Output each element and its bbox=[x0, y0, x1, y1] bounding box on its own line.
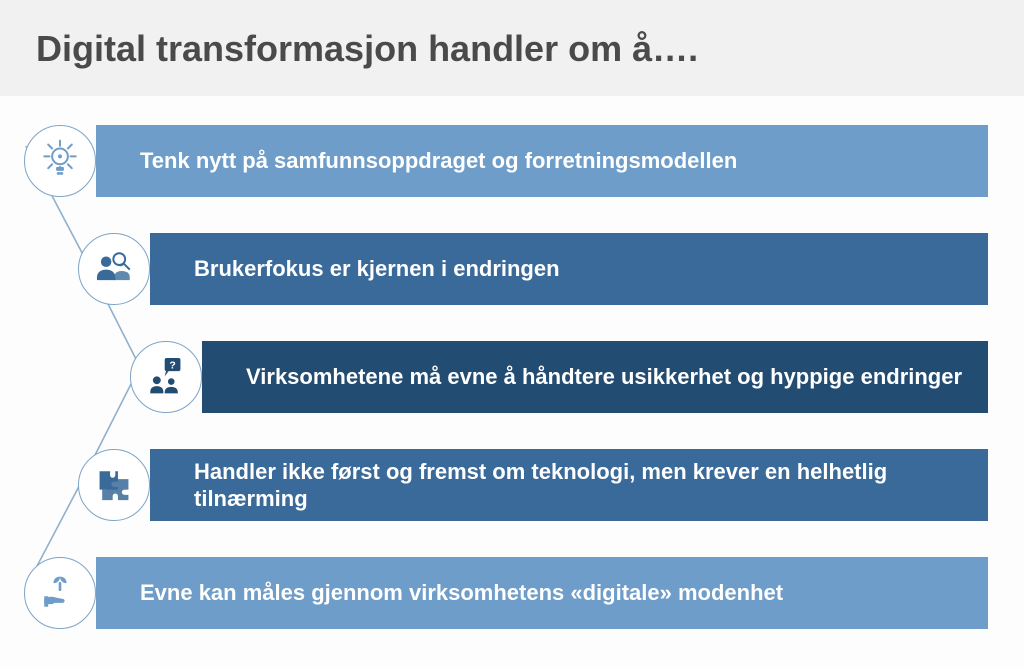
question-people-icon: ? bbox=[145, 354, 187, 401]
item-text: Tenk nytt på samfunnsoppdraget og forret… bbox=[140, 147, 737, 175]
item-text: Handler ikke først og fremst om teknolog… bbox=[194, 458, 968, 513]
diagram-row: Tenk nytt på samfunnsoppdraget og forret… bbox=[36, 112, 988, 210]
item-icon-circle: ? bbox=[130, 341, 202, 413]
slide-title: Digital transformasjon handler om å…. bbox=[36, 28, 988, 70]
lightbulb-icon bbox=[39, 138, 81, 185]
item-icon-circle bbox=[24, 557, 96, 629]
item-bar: Handler ikke først og fremst om teknolog… bbox=[150, 449, 988, 521]
item-text: Brukerfokus er kjernen i endringen bbox=[194, 255, 560, 283]
item-bar: Brukerfokus er kjernen i endringen bbox=[150, 233, 988, 305]
growth-hand-icon bbox=[39, 570, 81, 617]
diagram-content: Tenk nytt på samfunnsoppdraget og forret… bbox=[0, 96, 1024, 668]
item-bar: Evne kan måles gjennom virksomhetens «di… bbox=[96, 557, 988, 629]
item-bar: Tenk nytt på samfunnsoppdraget og forret… bbox=[96, 125, 988, 197]
diagram-row: Virksomhetene må evne å håndtere usikker… bbox=[36, 328, 988, 426]
item-icon-circle bbox=[78, 449, 150, 521]
item-bar: Virksomhetene må evne å håndtere usikker… bbox=[202, 341, 988, 413]
item-icon-circle bbox=[24, 125, 96, 197]
item-text: Virksomhetene må evne å håndtere usikker… bbox=[246, 363, 962, 391]
diagram-row: Brukerfokus er kjernen i endringen bbox=[36, 220, 988, 318]
item-text: Evne kan måles gjennom virksomhetens «di… bbox=[140, 579, 783, 607]
users-search-icon bbox=[93, 246, 135, 293]
slide-header: Digital transformasjon handler om å…. bbox=[0, 0, 1024, 96]
svg-text:?: ? bbox=[169, 359, 175, 371]
diagram-row: Evne kan måles gjennom virksomhetens «di… bbox=[36, 544, 988, 642]
puzzle-icon bbox=[93, 462, 135, 509]
diagram-row: Handler ikke først og fremst om teknolog… bbox=[36, 436, 988, 534]
item-icon-circle bbox=[78, 233, 150, 305]
